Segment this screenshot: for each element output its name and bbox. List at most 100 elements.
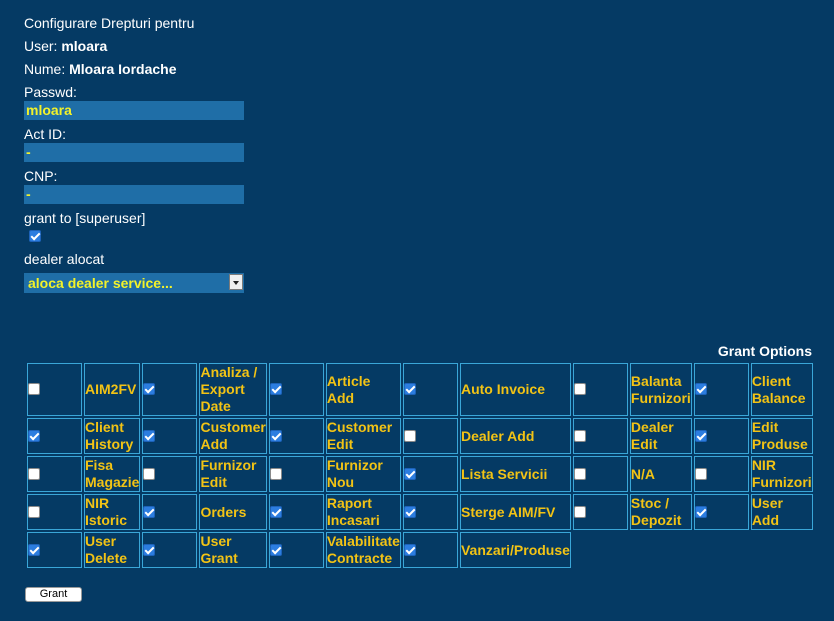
grant-option-checkbox-cell — [693, 494, 749, 530]
grant-option-checkbox[interactable] — [403, 543, 416, 556]
grant-option-checkbox-cell — [27, 418, 82, 454]
passwd-input[interactable] — [24, 101, 244, 120]
grant-option-checkbox-cell — [142, 418, 198, 454]
name-value: Mloara Iordache — [69, 61, 177, 77]
grant-option-label: User Add — [750, 494, 813, 530]
grant-button[interactable]: Grant — [25, 587, 82, 602]
superuser-label: grant to [superuser] — [24, 210, 146, 226]
user-row: User: mloara — [24, 37, 254, 55]
actid-input[interactable] — [24, 143, 244, 162]
grant-option-label: Customer Add — [199, 418, 267, 454]
name-label: Nume: — [24, 61, 66, 77]
grant-option-label: Dealer Add — [459, 418, 571, 454]
grant-option-checkbox[interactable] — [694, 429, 707, 442]
grant-option-label: Vanzari/Produse — [459, 532, 571, 568]
grant-option-label: Auto Invoice — [459, 363, 571, 416]
superuser-row — [24, 227, 254, 246]
grant-option-checkbox[interactable] — [143, 429, 156, 442]
grant-option-checkbox[interactable] — [28, 505, 40, 518]
grant-option-checkbox[interactable] — [269, 505, 282, 518]
dealer-select-value: aloca dealer service... — [28, 275, 173, 291]
grant-option-checkbox-cell — [268, 363, 324, 416]
chevron-down-icon[interactable] — [229, 274, 243, 290]
grant-option-checkbox[interactable] — [573, 467, 586, 480]
grant-option-checkbox[interactable] — [28, 543, 40, 556]
grant-option-checkbox-cell — [402, 363, 458, 416]
grant-option-checkbox-cell — [693, 363, 749, 416]
passwd-label: Passwd: — [24, 84, 77, 100]
grant-option-label: Customer Edit — [325, 418, 401, 454]
grant-option-checkbox[interactable] — [143, 383, 156, 396]
grant-option-checkbox-cell — [268, 418, 324, 454]
grant-option-checkbox[interactable] — [269, 543, 282, 556]
grant-option-checkbox[interactable] — [28, 383, 40, 396]
empty-cell — [630, 532, 692, 568]
grant-options-table: AIM2FV Analiza / Export Date Article Add Au… — [25, 361, 815, 570]
superuser-checkbox[interactable] — [29, 229, 41, 242]
grant-option-checkbox[interactable] — [143, 505, 156, 518]
grant-option-checkbox-cell — [268, 456, 324, 492]
grant-option-checkbox[interactable] — [403, 505, 416, 518]
grant-option-label: User Grant — [199, 532, 267, 568]
grant-option-label: Analiza / Export Date — [199, 363, 267, 416]
grant-option-checkbox-cell — [572, 456, 628, 492]
user-label: User: — [24, 38, 58, 54]
grant-option-checkbox-cell — [27, 363, 82, 416]
grant-option-checkbox[interactable] — [28, 467, 40, 480]
grant-option-label: Edit Produse — [750, 418, 813, 454]
rights-form: Configurare Drepturi pentru User: mloara… — [24, 14, 254, 293]
cnp-input[interactable] — [24, 185, 244, 204]
grant-option-checkbox-cell — [402, 494, 458, 530]
grant-option-checkbox[interactable] — [573, 429, 586, 442]
grant-option-checkbox[interactable] — [269, 429, 282, 442]
grant-option-checkbox[interactable] — [143, 467, 156, 480]
grant-row: NIR Istoric Orders Raport Incasari Sterge A… — [27, 494, 813, 530]
grant-option-label: Client History — [84, 418, 141, 454]
grant-option-label: NIR Furnizori — [750, 456, 813, 492]
grant-option-checkbox-cell — [402, 418, 458, 454]
grant-option-label: Fisa Magazie — [84, 456, 141, 492]
grant-option-checkbox[interactable] — [269, 467, 282, 480]
grant-option-checkbox-cell — [693, 418, 749, 454]
grant-option-label: Lista Servicii — [459, 456, 571, 492]
grant-option-label: Client Balance — [750, 363, 813, 416]
grant-option-label: Raport Incasari — [325, 494, 401, 530]
grant-option-checkbox[interactable] — [573, 383, 586, 396]
form-heading: Configurare Drepturi pentru — [24, 15, 195, 31]
grant-option-checkbox[interactable] — [694, 383, 707, 396]
grant-option-label: AIM2FV — [84, 363, 141, 416]
grant-option-checkbox-cell — [268, 494, 324, 530]
grant-option-checkbox-cell — [27, 456, 82, 492]
grant-option-checkbox[interactable] — [403, 383, 416, 396]
grant-option-checkbox[interactable] — [143, 543, 156, 556]
grant-option-checkbox-cell — [572, 363, 628, 416]
grant-option-checkbox-cell — [572, 418, 628, 454]
grant-option-checkbox-cell — [402, 532, 458, 568]
grant-option-checkbox[interactable] — [573, 505, 586, 518]
grant-option-checkbox-cell — [142, 363, 198, 416]
dealer-select[interactable]: aloca dealer service... — [24, 273, 244, 293]
grant-option-checkbox-cell — [27, 494, 82, 530]
grant-option-checkbox[interactable] — [28, 429, 40, 442]
grant-option-checkbox[interactable] — [269, 383, 282, 396]
grant-option-checkbox[interactable] — [403, 429, 416, 442]
grant-option-checkbox-cell — [27, 532, 82, 568]
cnp-label: CNP: — [24, 168, 58, 184]
actid-label: Act ID: — [24, 126, 67, 142]
grant-option-checkbox-cell — [142, 494, 198, 530]
grant-option-label: Orders — [199, 494, 267, 530]
grant-option-label: NIR Istoric — [84, 494, 141, 530]
grant-option-checkbox-cell — [693, 456, 749, 492]
grant-option-checkbox-cell — [142, 456, 198, 492]
grant-row: User Delete User Grant Valabilitate Contra… — [27, 532, 813, 568]
grant-options-title: Grant Options — [717, 343, 812, 359]
empty-cell — [573, 532, 628, 568]
grant-option-checkbox[interactable] — [694, 467, 707, 480]
grant-option-label: Valabilitate Contracte — [325, 532, 401, 568]
grant-option-label: User Delete — [84, 532, 141, 568]
grant-option-checkbox[interactable] — [403, 467, 416, 480]
user-value: mloara — [61, 38, 108, 54]
dealer-label: dealer alocat — [24, 251, 105, 267]
grant-option-label: Furnizor Edit — [199, 456, 267, 492]
grant-option-checkbox[interactable] — [694, 505, 707, 518]
